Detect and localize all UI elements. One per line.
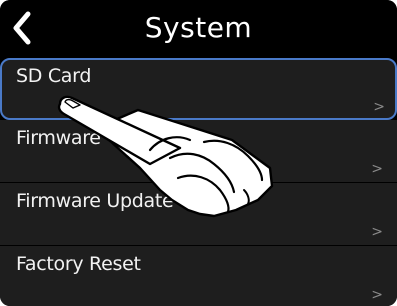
- chevron-right-icon: >: [371, 224, 383, 240]
- chevron-right-icon: >: [371, 161, 383, 177]
- chevron-right-icon: >: [371, 287, 383, 303]
- menu-item-label: SD Card: [16, 65, 92, 87]
- chevron-right-icon: >: [373, 99, 385, 115]
- menu-item-label: Firmware Update: [16, 190, 174, 212]
- header-bar: System: [0, 0, 397, 56]
- menu-item-firmware-update[interactable]: Firmware Update >: [0, 183, 397, 245]
- device-screen: System SD Card > Firmware Version > Firm…: [0, 0, 397, 306]
- menu-item-sd-card[interactable]: SD Card >: [0, 58, 397, 120]
- page-title: System: [144, 11, 253, 44]
- menu-item-firmware-version[interactable]: Firmware Version >: [0, 120, 397, 182]
- menu-item-factory-reset[interactable]: Factory Reset >: [0, 246, 397, 306]
- menu-item-label: Firmware Version: [16, 127, 175, 149]
- menu-item-label: Factory Reset: [16, 253, 141, 275]
